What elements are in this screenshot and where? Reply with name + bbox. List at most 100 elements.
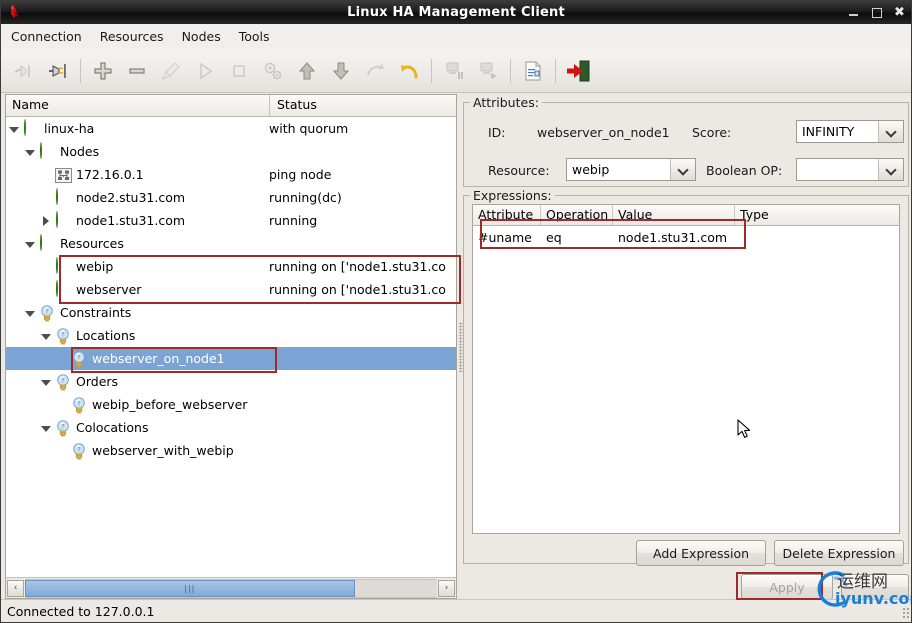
tree-item-name-cell: ? Locations bbox=[6, 327, 269, 345]
resize-grip[interactable] bbox=[902, 607, 911, 619]
chevron-down-icon[interactable] bbox=[878, 121, 903, 142]
undo-icon[interactable] bbox=[394, 56, 424, 86]
tree-item-label: webserver bbox=[76, 282, 142, 297]
secondary-action-button[interactable] bbox=[841, 574, 909, 600]
tree-item-label: webip bbox=[76, 259, 114, 274]
online-icon[interactable] bbox=[473, 56, 503, 86]
green-status-icon bbox=[22, 118, 40, 138]
id-value: webserver_on_node1 bbox=[537, 125, 670, 140]
add-expression-button[interactable]: Add Expression bbox=[636, 540, 766, 566]
tree-expander-open-icon[interactable] bbox=[38, 420, 54, 436]
column-header-value[interactable]: Value bbox=[613, 205, 735, 225]
table-row[interactable]: #uname eq node1.stu31.com bbox=[473, 226, 899, 248]
move-down-icon[interactable] bbox=[326, 56, 356, 86]
tree-item-label: Resources bbox=[60, 236, 124, 251]
tree-item-webserver-with-webip[interactable]: ? webserver_with_webip bbox=[6, 439, 456, 462]
scroll-left-arrow[interactable]: ‹ bbox=[7, 579, 24, 597]
manage-icon[interactable] bbox=[258, 56, 288, 86]
bulb-icon: ? bbox=[38, 304, 56, 322]
connect-icon[interactable] bbox=[43, 56, 73, 86]
column-header-type[interactable]: Type bbox=[735, 205, 899, 225]
tree-expander-open-icon[interactable] bbox=[6, 121, 22, 137]
start-icon[interactable] bbox=[190, 56, 220, 86]
menu-tools[interactable]: Tools bbox=[231, 26, 278, 47]
cleanup-icon[interactable] bbox=[156, 56, 186, 86]
tree-item-name-cell: ? Orders bbox=[6, 373, 269, 391]
bulb-icon: ? bbox=[70, 442, 88, 460]
standby-icon[interactable] bbox=[439, 56, 469, 86]
chevron-down-icon[interactable] bbox=[878, 159, 903, 180]
tree-item-name-cell: 172.16.0.1 bbox=[6, 166, 269, 184]
maximize-button[interactable] bbox=[871, 7, 882, 18]
tree-horizontal-scrollbar[interactable]: ‹ ||| › bbox=[6, 577, 456, 598]
tree-item-name-cell: Resources bbox=[6, 233, 269, 253]
scroll-thumb[interactable]: ||| bbox=[25, 579, 355, 597]
mouse-cursor bbox=[737, 419, 751, 438]
tree-item-name-cell: ? webserver_on_node1 bbox=[6, 350, 269, 368]
svg-text:?: ? bbox=[61, 330, 64, 338]
column-header-operation[interactable]: Operation bbox=[541, 205, 613, 225]
scroll-right-arrow[interactable]: › bbox=[438, 579, 455, 597]
stop-icon[interactable] bbox=[224, 56, 254, 86]
tree-expander-closed-icon[interactable] bbox=[38, 213, 54, 229]
tree-item-nodes[interactable]: Nodes bbox=[6, 140, 456, 163]
tree-expander-open-icon[interactable] bbox=[22, 144, 38, 160]
disconnect-icon[interactable] bbox=[9, 56, 39, 86]
tree-item-webserver-on-node1[interactable]: ? webserver_on_node1 bbox=[6, 347, 456, 370]
tree-item-name-cell: ? Colocations bbox=[6, 419, 269, 437]
delete-expression-button[interactable]: Delete Expression bbox=[774, 540, 904, 566]
tree-item-resources[interactable]: Resources bbox=[6, 232, 456, 255]
resource-combobox[interactable]: webip bbox=[566, 158, 696, 181]
tree-item-orders[interactable]: ? Orders bbox=[6, 370, 456, 393]
tree-item-name-cell: node1.stu31.com bbox=[6, 210, 269, 230]
tree-item-webip[interactable]: webip running on ['node1.stu31.co bbox=[6, 255, 456, 278]
tree-item-node2[interactable]: node2.stu31.com running(dc) bbox=[6, 186, 456, 209]
tree-expander-open-icon[interactable] bbox=[38, 374, 54, 390]
menu-connection[interactable]: Connection bbox=[3, 26, 90, 47]
scroll-track[interactable]: ||| bbox=[25, 578, 437, 598]
score-value: INFINITY bbox=[802, 124, 855, 139]
boolean-op-combobox[interactable] bbox=[796, 158, 904, 181]
column-header-attribute[interactable]: Attribute bbox=[473, 205, 541, 225]
score-combobox[interactable]: INFINITY bbox=[796, 120, 904, 143]
tree-item-label: Colocations bbox=[76, 420, 149, 435]
tree-item-label: Nodes bbox=[60, 144, 100, 159]
tree-item-node1[interactable]: node1.stu31.com running bbox=[6, 209, 456, 232]
tree-item-webserver[interactable]: webserver running on ['node1.stu31.co bbox=[6, 278, 456, 301]
toolbar bbox=[1, 49, 911, 93]
column-header-name[interactable]: Name bbox=[6, 95, 269, 116]
menu-nodes[interactable]: Nodes bbox=[174, 26, 229, 47]
apply-button[interactable]: Apply bbox=[741, 574, 833, 600]
tree-item-label: 172.16.0.1 bbox=[76, 167, 144, 182]
network-node-icon bbox=[54, 166, 72, 184]
application-window: Linux HA Management Client ✖ Connection … bbox=[0, 0, 912, 623]
tree-item-colocations[interactable]: ? Colocations bbox=[6, 416, 456, 439]
tree-expander-open-icon[interactable] bbox=[38, 328, 54, 344]
constraint-editor-panel: Attributes: ID: webserver_on_node1 Score… bbox=[463, 94, 909, 600]
add-icon[interactable] bbox=[88, 56, 118, 86]
tree-expander-open-icon[interactable] bbox=[22, 305, 38, 321]
quit-icon[interactable] bbox=[563, 56, 593, 86]
tree-item-status-cell: running on ['node1.stu31.co bbox=[269, 259, 446, 274]
tree-item-constraints[interactable]: ? Constraints bbox=[6, 301, 456, 324]
chevron-down-icon[interactable] bbox=[670, 159, 695, 180]
expressions-group: Expressions: Attribute Operation Value T… bbox=[463, 188, 909, 566]
minimize-button[interactable] bbox=[848, 7, 859, 18]
close-button[interactable]: ✖ bbox=[894, 6, 905, 19]
tree-item-label: linux-ha bbox=[44, 121, 95, 136]
tree-item-webip-before-webserver[interactable]: ? webip_before_webserver bbox=[6, 393, 456, 416]
boolean-op-label: Boolean OP: bbox=[706, 163, 783, 178]
green-status-icon bbox=[38, 233, 56, 253]
id-label: ID: bbox=[488, 125, 506, 140]
remove-icon[interactable] bbox=[122, 56, 152, 86]
tree-item-172-16-0-1[interactable]: 172.16.0.1 ping node bbox=[6, 163, 456, 186]
cib-document-icon[interactable] bbox=[518, 56, 548, 86]
status-bar: Connected to 127.0.0.1 bbox=[1, 599, 911, 622]
migrate-icon[interactable] bbox=[360, 56, 390, 86]
tree-expander-open-icon[interactable] bbox=[22, 236, 38, 252]
column-header-status[interactable]: Status bbox=[269, 95, 456, 116]
menu-resources[interactable]: Resources bbox=[92, 26, 172, 47]
move-up-icon[interactable] bbox=[292, 56, 322, 86]
tree-item-linux-ha[interactable]: linux-ha with quorum bbox=[6, 117, 456, 140]
tree-item-locations[interactable]: ? Locations bbox=[6, 324, 456, 347]
